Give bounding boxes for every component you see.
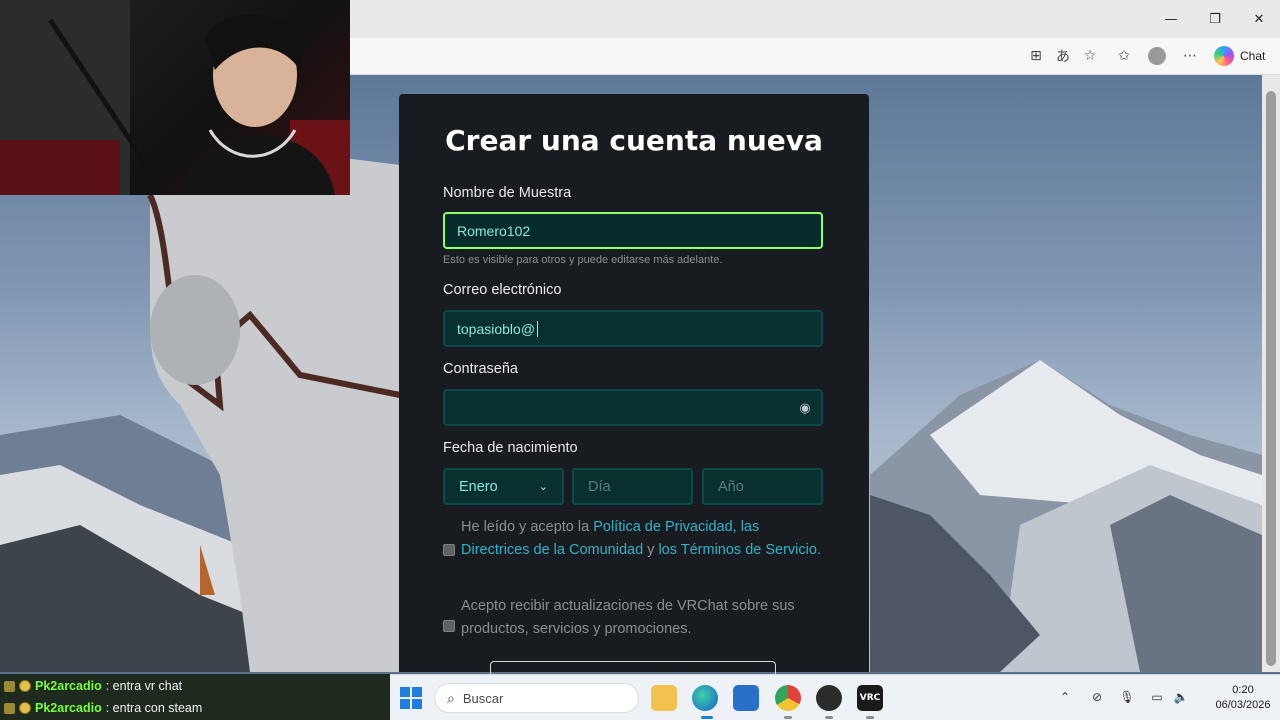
- terms-of-service-link[interactable]: los Términos de Servicio.: [658, 542, 821, 558]
- close-icon[interactable]: ✕: [1248, 8, 1270, 30]
- chevron-up-icon[interactable]: ⌃: [1056, 688, 1074, 706]
- chat-label: Chat: [1240, 49, 1266, 63]
- profile-avatar[interactable]: [1147, 46, 1167, 66]
- birth-year-input[interactable]: Año: [702, 468, 823, 505]
- favorites-icon[interactable]: ✩: [1114, 46, 1134, 66]
- more-options-icon[interactable]: ⋯: [1180, 46, 1200, 66]
- chrome-icon[interactable]: [775, 685, 801, 711]
- text-cursor-icon: [537, 320, 539, 337]
- terms-text-before: He leído y acepto la: [461, 519, 594, 535]
- chat-text: : entra con steam: [105, 701, 203, 715]
- minimize-icon[interactable]: —: [1160, 8, 1182, 30]
- edge-browser-icon[interactable]: [692, 685, 718, 711]
- windows-start-icon[interactable]: [400, 687, 422, 709]
- chat-coin-icon: [19, 680, 31, 692]
- display-name-label: Nombre de Muestra: [443, 185, 572, 201]
- chat-username: Pk2arcadio: [35, 679, 102, 693]
- volume-icon[interactable]: 🔈: [1172, 688, 1190, 706]
- password-label: Contraseña: [443, 361, 518, 377]
- submit-button[interactable]: [490, 661, 776, 675]
- birth-day-input[interactable]: Día: [572, 468, 693, 505]
- email-input[interactable]: topasioblo@: [443, 310, 823, 347]
- chat-badge-icon: [4, 680, 15, 692]
- privacy-policy-link[interactable]: Política de Privacidad,: [593, 519, 736, 535]
- terms-text-and: y: [643, 542, 659, 558]
- restore-icon[interactable]: ❐: [1204, 8, 1226, 30]
- birth-year-placeholder: Año: [718, 478, 744, 495]
- display-name-hint: Esto es visible para otros y puede edita…: [443, 254, 723, 266]
- email-value: topasioblo@: [457, 320, 536, 337]
- app-available-icon[interactable]: ⊞: [1026, 46, 1046, 66]
- form-title: Crear una cuenta nueva: [445, 124, 823, 157]
- chat-coin-icon: [19, 702, 31, 714]
- birth-month-select[interactable]: Enero ⌄: [443, 468, 564, 505]
- display-name-input[interactable]: Romero102: [443, 212, 823, 249]
- display-icon[interactable]: ▭: [1148, 688, 1166, 706]
- network-off-icon[interactable]: ⊘: [1088, 688, 1106, 706]
- app-indicator: [825, 716, 833, 719]
- app-indicator: [784, 716, 792, 719]
- signup-form-panel: Crear una cuenta nueva Nombre de Muestra…: [399, 94, 869, 675]
- taskbar-search-label: Buscar: [462, 690, 504, 706]
- microphone-icon[interactable]: 🎙: [1118, 688, 1136, 706]
- search-icon: ⌕: [447, 689, 455, 706]
- chevron-down-icon: ⌄: [538, 481, 548, 493]
- birth-day-placeholder: Día: [588, 478, 611, 495]
- clock-time: 0:20: [1232, 684, 1254, 696]
- windows-taskbar: ⌕ Buscar VRC ⌃ ⊘ 🎙 ▭ 🔈 0:20 06/03/2026: [390, 674, 1280, 720]
- email-label: Correo electrónico: [443, 282, 562, 298]
- terms-text: He leído y acepto la Política de Privaci…: [461, 516, 831, 562]
- translate-icon[interactable]: あ: [1053, 46, 1073, 66]
- updates-text: Acepto recibir actualizaciones de VRChat…: [461, 598, 795, 637]
- copilot-chat-button[interactable]: Chat: [1214, 45, 1265, 67]
- page-scrollbar[interactable]: [1262, 75, 1280, 672]
- updates-checkbox[interactable]: [443, 620, 455, 632]
- display-name-value: Romero102: [457, 222, 531, 239]
- copilot-icon: [1214, 46, 1234, 66]
- webcam-overlay: [0, 0, 350, 195]
- taskbar-clock[interactable]: 0:20 06/03/2026: [1214, 683, 1272, 713]
- password-input[interactable]: ◉: [443, 389, 823, 426]
- taskbar-search[interactable]: ⌕ Buscar: [434, 683, 639, 713]
- webcam-streamer-image: [0, 0, 350, 195]
- show-password-eye-icon[interactable]: ◉: [797, 400, 813, 416]
- file-explorer-icon[interactable]: [651, 685, 677, 711]
- stream-chat-overlay: Pk2arcadio : entra vr chat Pk2arcadio : …: [0, 674, 390, 720]
- scrollbar-thumb[interactable]: [1266, 91, 1276, 666]
- terms-checkbox[interactable]: [443, 544, 455, 556]
- active-app-indicator: [701, 716, 713, 719]
- chat-username: Pk2arcadio: [35, 701, 102, 715]
- birth-month-value: Enero: [459, 478, 498, 495]
- microsoft-store-icon[interactable]: [733, 685, 759, 711]
- app-indicator: [866, 716, 874, 719]
- chat-message: Pk2arcadio : entra vr chat: [4, 676, 182, 696]
- obs-icon[interactable]: [816, 685, 842, 711]
- clock-date: 06/03/2026: [1215, 699, 1271, 711]
- chat-message: Pk2arcadio : entra con steam: [4, 698, 202, 718]
- chat-badge-icon: [4, 702, 15, 714]
- vrchat-icon[interactable]: VRC: [857, 685, 883, 711]
- favorite-star-icon[interactable]: ☆: [1080, 46, 1100, 66]
- birthdate-label: Fecha de nacimiento: [443, 440, 578, 456]
- chat-text: : entra vr chat: [105, 679, 183, 693]
